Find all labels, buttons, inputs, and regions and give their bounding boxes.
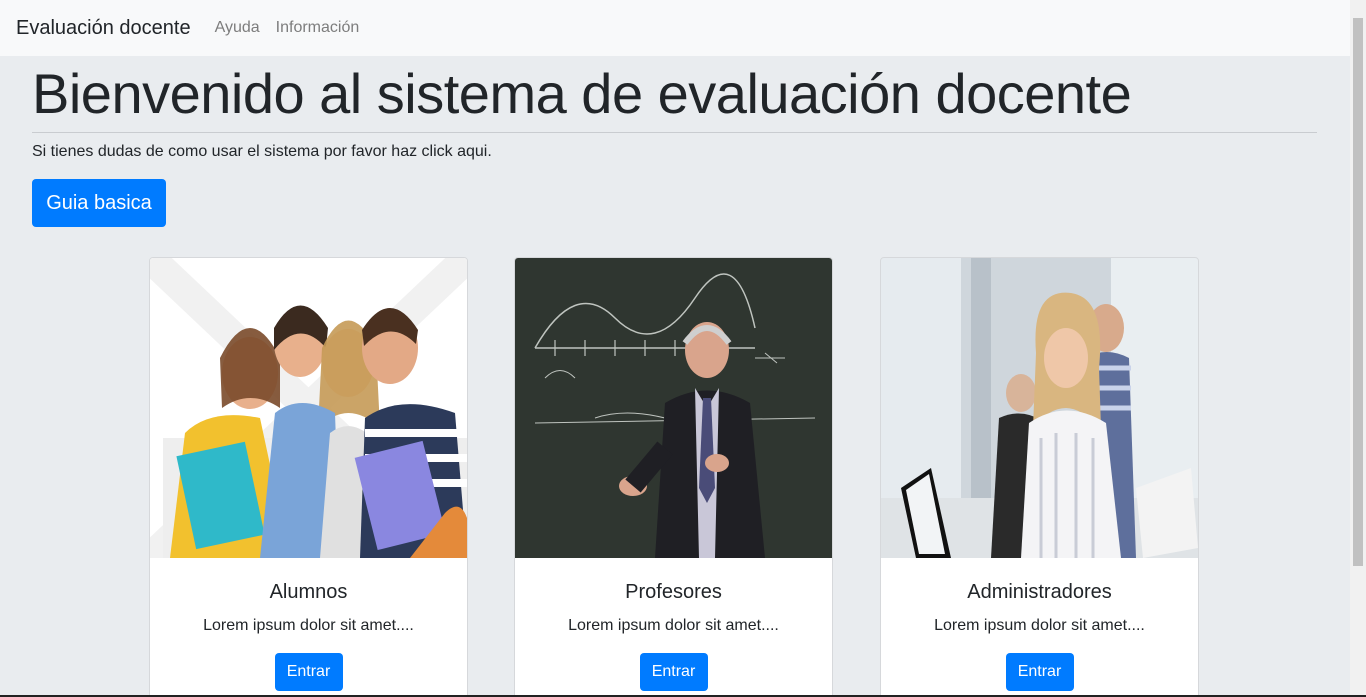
card-alumnos: Alumnos Lorem ipsum dolor sit amet.... E…: [149, 257, 468, 697]
help-text: Si tienes dudas de como usar el sistema …: [32, 143, 492, 160]
page-title: Bienvenido al sistema de evaluación doce…: [32, 62, 1132, 125]
enter-button-administradores[interactable]: Entrar: [1005, 653, 1074, 691]
enter-button-alumnos[interactable]: Entrar: [274, 653, 343, 691]
scrollbar-thumb[interactable]: [1353, 18, 1363, 566]
navbar-brand[interactable]: Evaluación docente: [16, 17, 191, 40]
card-title: Administradores: [967, 581, 1112, 603]
nav-link-ayuda[interactable]: Ayuda: [215, 19, 260, 37]
card-text: Lorem ipsum dolor sit amet....: [934, 617, 1145, 634]
card-text: Lorem ipsum dolor sit amet....: [203, 617, 414, 634]
card-title: Profesores: [625, 581, 722, 603]
card-administradores: Administradores Lorem ipsum dolor sit am…: [880, 257, 1199, 697]
basic-guide-button[interactable]: Guia basica: [32, 179, 166, 227]
nav-link-informacion[interactable]: Información: [276, 19, 360, 37]
card-profesores: Profesores Lorem ipsum dolor sit amet...…: [514, 257, 833, 697]
jumbotron: Bienvenido al sistema de evaluación doce…: [32, 56, 1317, 227]
enter-button-profesores[interactable]: Entrar: [639, 653, 708, 691]
card-title: Alumnos: [269, 581, 348, 603]
divider: [32, 132, 1317, 133]
students-photo: [150, 258, 467, 558]
vertical-scrollbar[interactable]: [1350, 0, 1366, 697]
card-text: Lorem ipsum dolor sit amet....: [568, 617, 779, 634]
teacher-photo: [515, 258, 832, 558]
administrators-photo: [881, 258, 1198, 558]
navbar: Evaluación docente Ayuda Información: [0, 0, 1350, 56]
